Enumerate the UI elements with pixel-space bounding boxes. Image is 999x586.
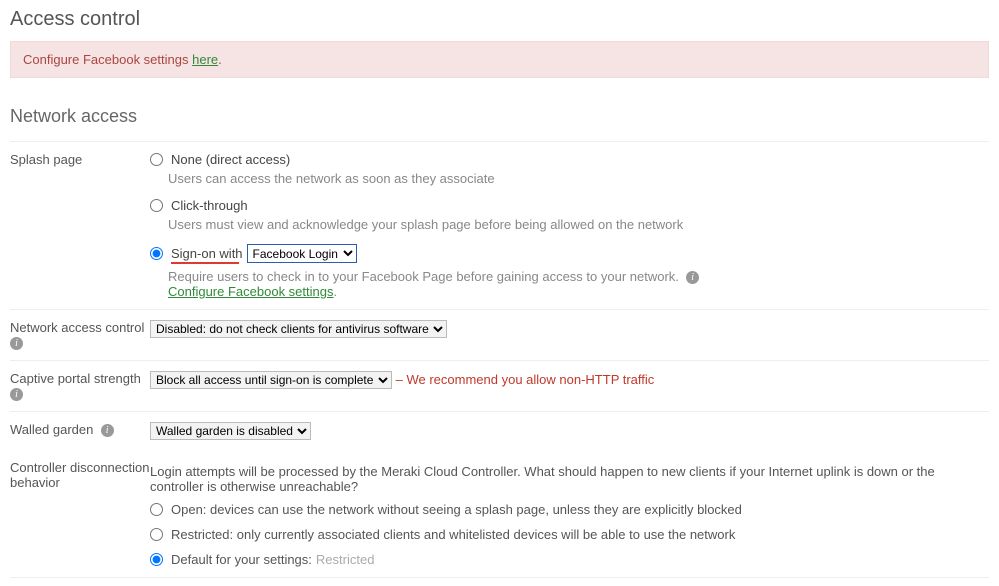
radio-ctrldisc-default[interactable] <box>150 553 163 566</box>
info-icon[interactable]: i <box>686 271 699 284</box>
label-controller-disconnection: Controller disconnection behavior <box>10 460 150 567</box>
label-splash-page: Splash page <box>10 152 150 299</box>
radio-splash-clickthrough[interactable] <box>150 199 163 212</box>
info-icon[interactable]: i <box>10 337 23 350</box>
row-controller-disconnection: Controller disconnection behavior Login … <box>10 450 989 578</box>
splash-none-title: None (direct access) <box>171 152 290 167</box>
section-title-network-access: Network access <box>10 106 989 133</box>
info-icon[interactable]: i <box>10 388 23 401</box>
page-title: Access control <box>10 8 989 31</box>
splash-clickthrough-desc: Users must view and acknowledge your spl… <box>168 217 989 232</box>
ctrl-disc-intro: Login attempts will be processed by the … <box>150 464 989 494</box>
select-captive-strength[interactable]: Block all access until sign-on is comple… <box>150 371 392 389</box>
signon-desc-text: Require users to check in to your Facebo… <box>168 269 679 284</box>
radio-splash-none[interactable] <box>150 153 163 166</box>
row-network-access-control: Network access control i Disabled: do no… <box>10 310 989 361</box>
splash-option-none: None (direct access) Users can access th… <box>150 152 989 186</box>
select-signon-provider[interactable]: Facebook Login <box>247 244 357 263</box>
label-nac: Network access control <box>10 320 144 335</box>
alert-text-after: . <box>218 52 222 67</box>
select-nac[interactable]: Disabled: do not check clients for antiv… <box>150 320 447 338</box>
row-walled-garden: Walled garden i Walled garden is disable… <box>10 412 989 450</box>
info-icon[interactable]: i <box>101 424 114 437</box>
ctrldisc-default-value: Restricted <box>316 552 375 567</box>
splash-option-clickthrough: Click-through Users must view and acknow… <box>150 198 989 232</box>
configure-facebook-after: . <box>333 284 337 299</box>
splash-clickthrough-title: Click-through <box>171 198 248 213</box>
ctrldisc-default-prefix: Default for your settings: <box>171 552 312 567</box>
splash-signon-desc: Require users to check in to your Facebo… <box>168 269 989 299</box>
row-captive-portal-strength: Captive portal strength i Block all acce… <box>10 361 989 412</box>
radio-splash-signon[interactable] <box>150 247 163 260</box>
ctrldisc-open-label: Open: devices can use the network withou… <box>171 502 742 517</box>
ctrldisc-restricted-label: Restricted: only currently associated cl… <box>171 527 735 542</box>
alert-here-link[interactable]: here <box>192 52 218 67</box>
label-walled-garden: Walled garden <box>10 422 93 437</box>
captive-warning: – We recommend you allow non-HTTP traffi… <box>396 372 655 387</box>
radio-ctrldisc-open[interactable] <box>150 503 163 516</box>
signon-select-highlight <box>171 262 239 264</box>
configure-facebook-link[interactable]: Configure Facebook settings <box>168 284 333 299</box>
label-captive: Captive portal strength <box>10 371 141 386</box>
splash-none-desc: Users can access the network as soon as … <box>168 171 989 186</box>
splash-signon-prefix: Sign-on with <box>171 246 243 261</box>
row-splash-page: Splash page None (direct access) Users c… <box>10 142 989 310</box>
alert-text-before: Configure Facebook settings <box>23 52 192 67</box>
radio-ctrldisc-restricted[interactable] <box>150 528 163 541</box>
facebook-config-alert: Configure Facebook settings here. <box>10 41 989 78</box>
select-walled-garden[interactable]: Walled garden is disabled <box>150 422 311 440</box>
splash-option-signon: Sign-on with Facebook Login Require user… <box>150 244 989 299</box>
